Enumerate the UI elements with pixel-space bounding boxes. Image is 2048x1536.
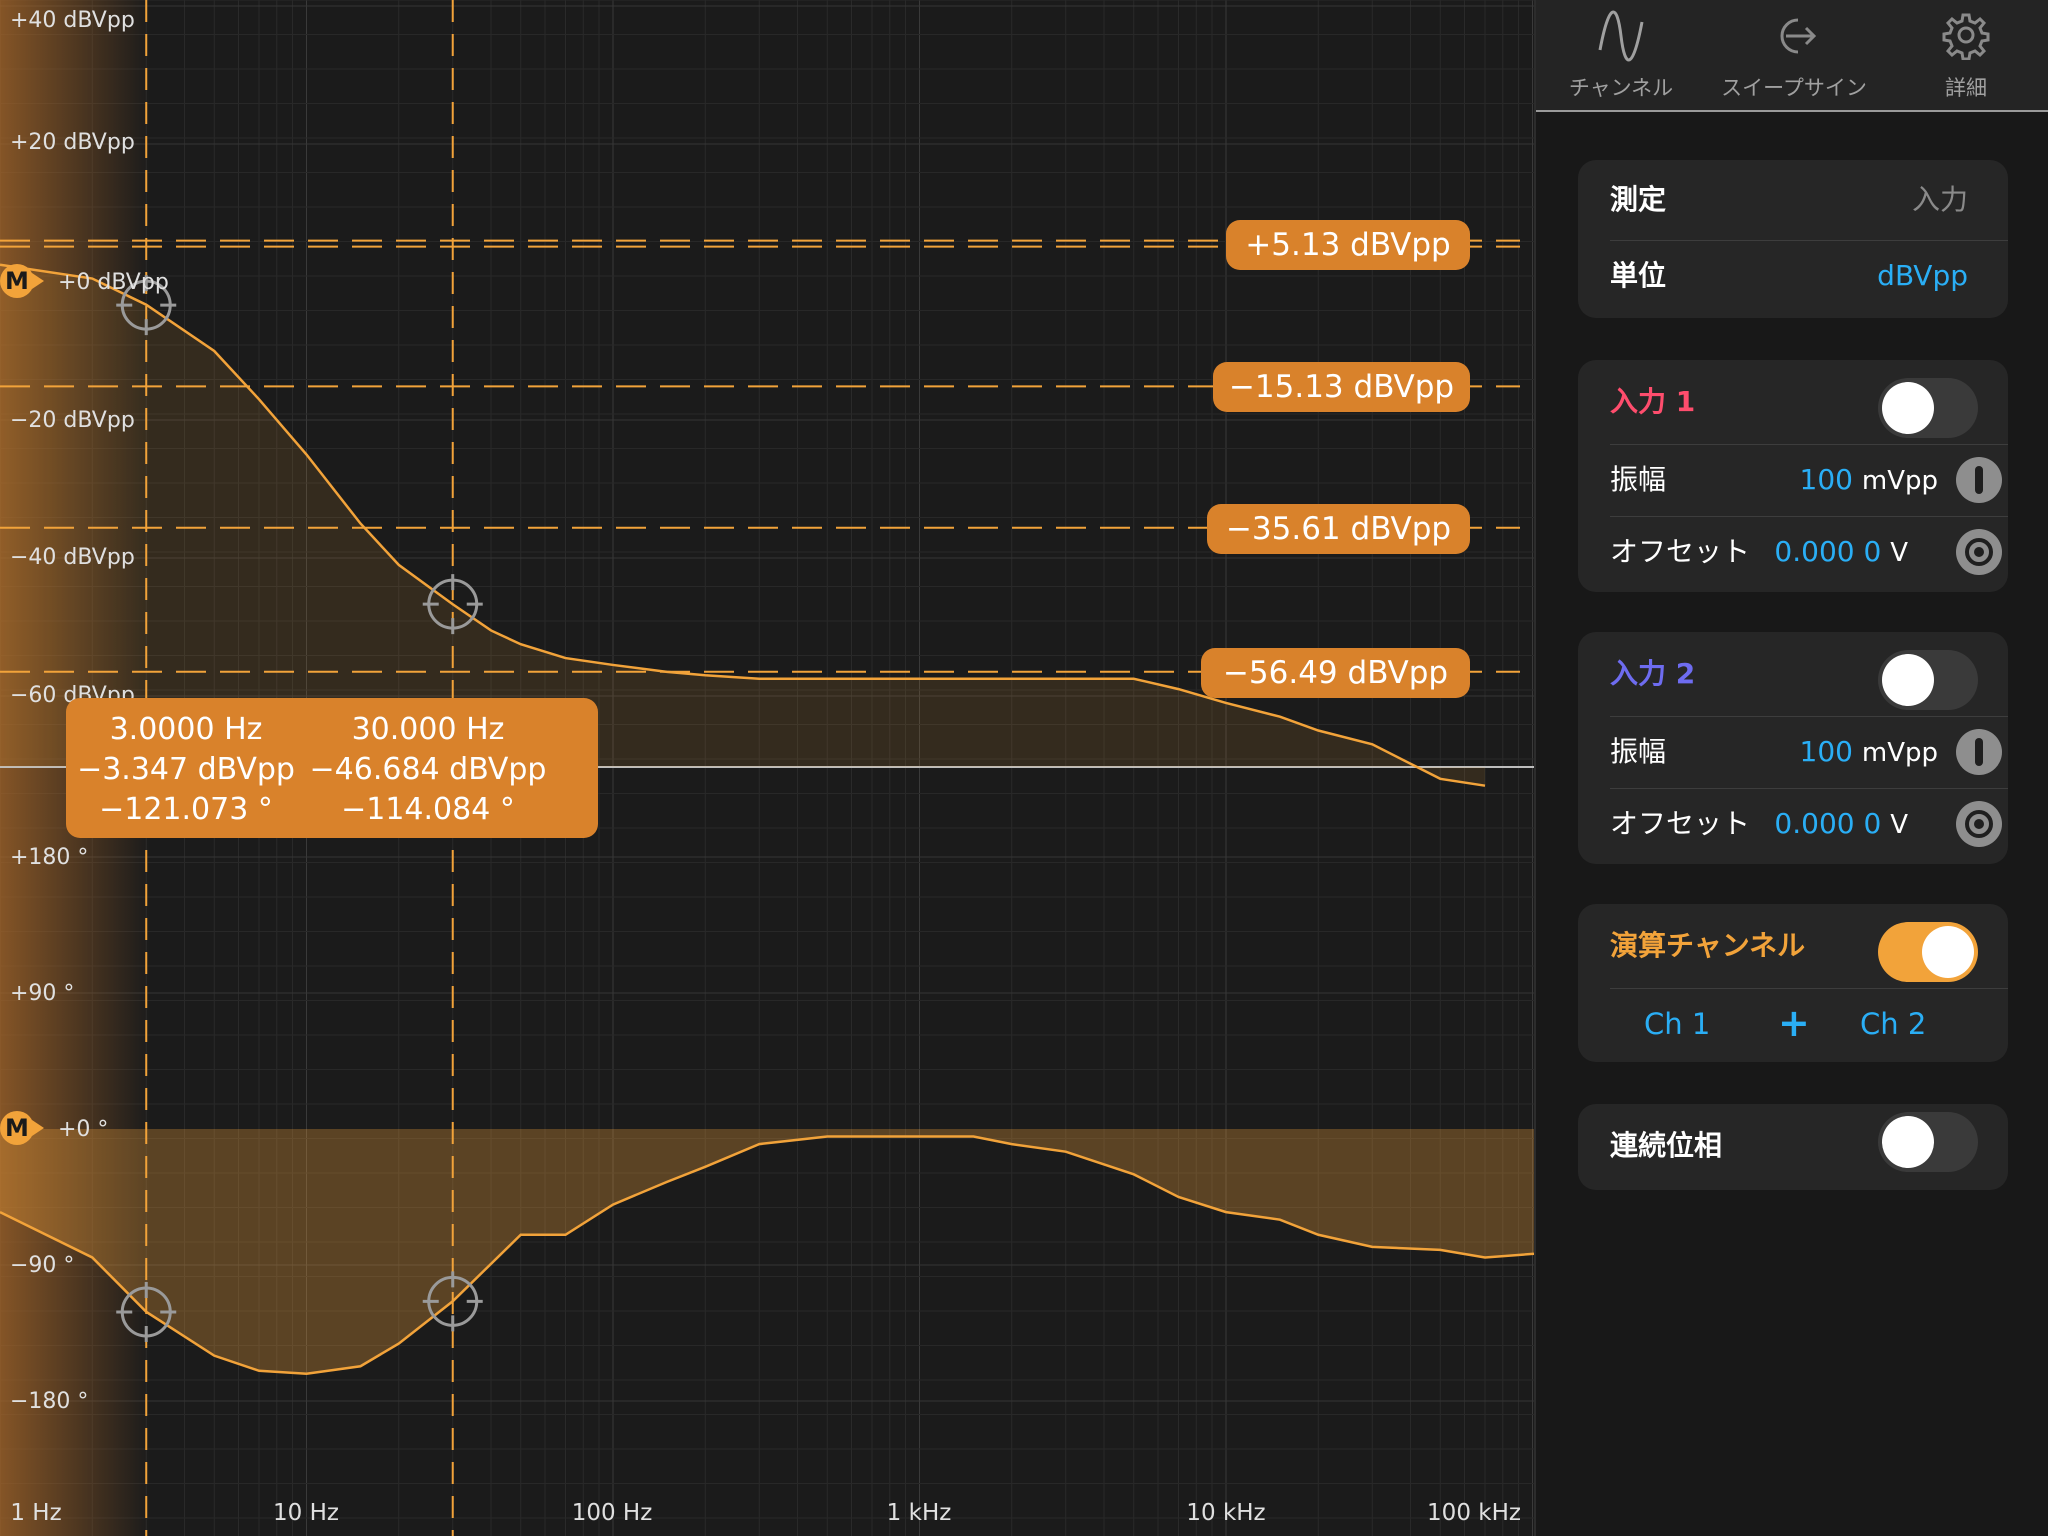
freq-label-1hz: 1 Hz [10,1500,62,1526]
input-2-amplitude-row[interactable]: 振幅 100 mVpp [1578,716,2008,788]
input-1-amplitude-number: 100 [1799,463,1853,496]
phase-label-90: +90 ° [10,981,75,1006]
phase-marker-badge[interactable]: M [0,1111,44,1145]
cursor-1-readout: 3.0000 Hz −3.347 dBVpp −121.073 ° [66,710,306,830]
phase-label-m180: −180 ° [10,1389,89,1414]
math-channel-header: 演算チャンネル [1578,910,2008,982]
math-channel-card: 演算チャンネル Ch 1 + Ch 2 [1578,904,2008,1062]
freq-label-10hz: 10 Hz [273,1500,339,1526]
gear-icon [1941,10,1991,64]
freq-label-10khz: 10 kHz [1186,1500,1266,1526]
tab-channel[interactable]: チャンネル [1536,0,1706,110]
phase-label-180: +180 ° [10,845,89,870]
mag-label-20: +20 dBVpp [10,130,135,155]
input-1-offset-row[interactable]: オフセット 0.000 0 V [1578,516,2008,588]
input-1-offset-label: オフセット [1610,535,1751,568]
input-2-offset-value[interactable]: 0.000 0 V [1774,788,1908,861]
mag-label-m40: −40 dBVpp [10,545,135,570]
input-1-offset-value[interactable]: 0.000 0 V [1774,516,1908,589]
input-2-amplitude-label: 振幅 [1610,735,1667,768]
math-channel-b[interactable]: Ch 2 [1860,988,1926,1060]
continuous-phase-card: 連続位相 [1578,1104,2008,1190]
tab-details[interactable]: 詳細 [1882,0,2048,110]
toggle-knob [1882,382,1934,434]
tab-bar: チャンネル スイープサイン 詳細 [1536,0,2048,112]
input-1-amplitude-value[interactable]: 100 mVpp [1800,444,1938,517]
phase-ref-label: +0 ° [58,1117,109,1142]
cursor-1-freq: 3.0000 Hz [109,712,263,747]
input-2-card: 入力 2 振幅 100 mVpp オフセット 0.000 0 V [1578,632,2008,864]
input-1-amplitude-row[interactable]: 振幅 100 mVpp [1578,444,2008,516]
toggle-knob [1922,926,1974,978]
input-1-offset-number: 0.000 0 [1774,535,1882,568]
input-2-title: 入力 2 [1610,657,1696,690]
toggle-knob [1882,1116,1934,1168]
input-2-header: 入力 2 [1578,638,2008,710]
mag-label-m20: −20 dBVpp [10,408,135,433]
continuous-phase-row: 連続位相 [1578,1110,2008,1182]
measurement-label: 測定 [1610,183,1667,216]
offset-knob-icon[interactable] [1956,801,2002,847]
mag-label-40: +40 dBVpp [10,8,135,33]
input-2-toggle[interactable] [1878,650,1978,710]
cursor-readout-box: 3.0000 Hz −3.347 dBVpp −121.073 ° 30.000… [66,698,598,838]
level-badge-1[interactable]: +5.13 dBVpp [1226,220,1470,270]
phase-label-m90: −90 ° [10,1253,75,1278]
math-channel-a[interactable]: Ch 1 [1644,988,1710,1060]
level-badge-2[interactable]: −15.13 dBVpp [1213,362,1470,412]
cursor-2-phase: −114.084 ° [341,792,515,827]
offset-knob-icon[interactable] [1956,529,2002,575]
input-2-offset-row[interactable]: オフセット 0.000 0 V [1578,788,2008,860]
unit-row[interactable]: 単位 dBVpp [1578,240,2008,312]
level-badge-3[interactable]: −35.61 dBVpp [1207,504,1470,554]
tab-details-label: 詳細 [1945,76,1987,100]
cursor-2-mag: −46.684 dBVpp [309,752,547,787]
amplitude-knob-icon[interactable] [1956,729,2002,775]
toggle-knob [1882,654,1934,706]
input-1-amplitude-label: 振幅 [1610,463,1667,496]
cursor-1-phase: −121.073 ° [99,792,273,827]
input-1-header: 入力 1 [1578,366,2008,438]
input-2-amplitude-unit: mVpp [1861,738,1938,768]
input-1-card: 入力 1 振幅 100 mVpp オフセット 0.000 0 V [1578,360,2008,592]
freq-label-100hz: 100 Hz [571,1500,653,1526]
tab-sweep-sine[interactable]: スイープサイン [1706,0,1882,110]
magnitude-marker-badge[interactable]: M [0,264,44,298]
input-2-amplitude-value[interactable]: 100 mVpp [1800,716,1938,789]
measurement-card: 測定 入力 単位 dBVpp [1578,160,2008,318]
tab-channel-label: チャンネル [1568,76,1674,100]
input-2-offset-label: オフセット [1610,807,1751,840]
cursor-2-freq: 30.000 Hz [351,712,505,747]
input-1-toggle[interactable] [1878,378,1978,438]
cursor-1-mag: −3.347 dBVpp [77,752,295,787]
cursor-2-readout: 30.000 Hz −46.684 dBVpp −114.084 ° [308,710,548,830]
math-expression-row: Ch 1 + Ch 2 [1578,988,2008,1060]
unit-value: dBVpp [1877,259,1968,292]
input-1-offset-unit: V [1890,538,1908,568]
magnitude-ref-label: +0 dBVpp [58,270,169,295]
math-channel-title: 演算チャンネル [1610,929,1806,962]
input-1-title: 入力 1 [1610,385,1696,418]
sine-wave-icon [1597,10,1645,66]
math-channel-toggle[interactable] [1878,922,1978,982]
input-2-offset-unit: V [1890,810,1908,840]
measurement-value: 入力 [1911,183,1968,216]
sweep-export-icon [1768,10,1820,66]
continuous-phase-toggle[interactable] [1878,1112,1978,1172]
measurement-row[interactable]: 測定 入力 [1578,164,2008,236]
freq-label-1khz: 1 kHz [886,1500,952,1526]
amplitude-knob-icon[interactable] [1956,457,2002,503]
math-operator[interactable]: + [1778,988,1810,1058]
tab-sweep-sine-label: スイープサイン [1721,76,1867,100]
unit-label: 単位 [1610,259,1667,292]
input-2-amplitude-number: 100 [1799,735,1853,768]
input-1-amplitude-unit: mVpp [1861,466,1938,496]
continuous-phase-label: 連続位相 [1610,1129,1723,1162]
bode-plot[interactable]: +40 dBVpp +20 dBVpp −20 dBVpp −40 dBVpp … [0,0,1534,1536]
settings-sidebar: チャンネル スイープサイン 詳細 測定 入力 単位 dBVpp 入力 1 振幅 … [1534,0,2048,1536]
level-badge-4[interactable]: −56.49 dBVpp [1201,648,1470,698]
input-2-offset-number: 0.000 0 [1774,807,1882,840]
freq-label-100khz: 100 kHz [1427,1500,1521,1526]
